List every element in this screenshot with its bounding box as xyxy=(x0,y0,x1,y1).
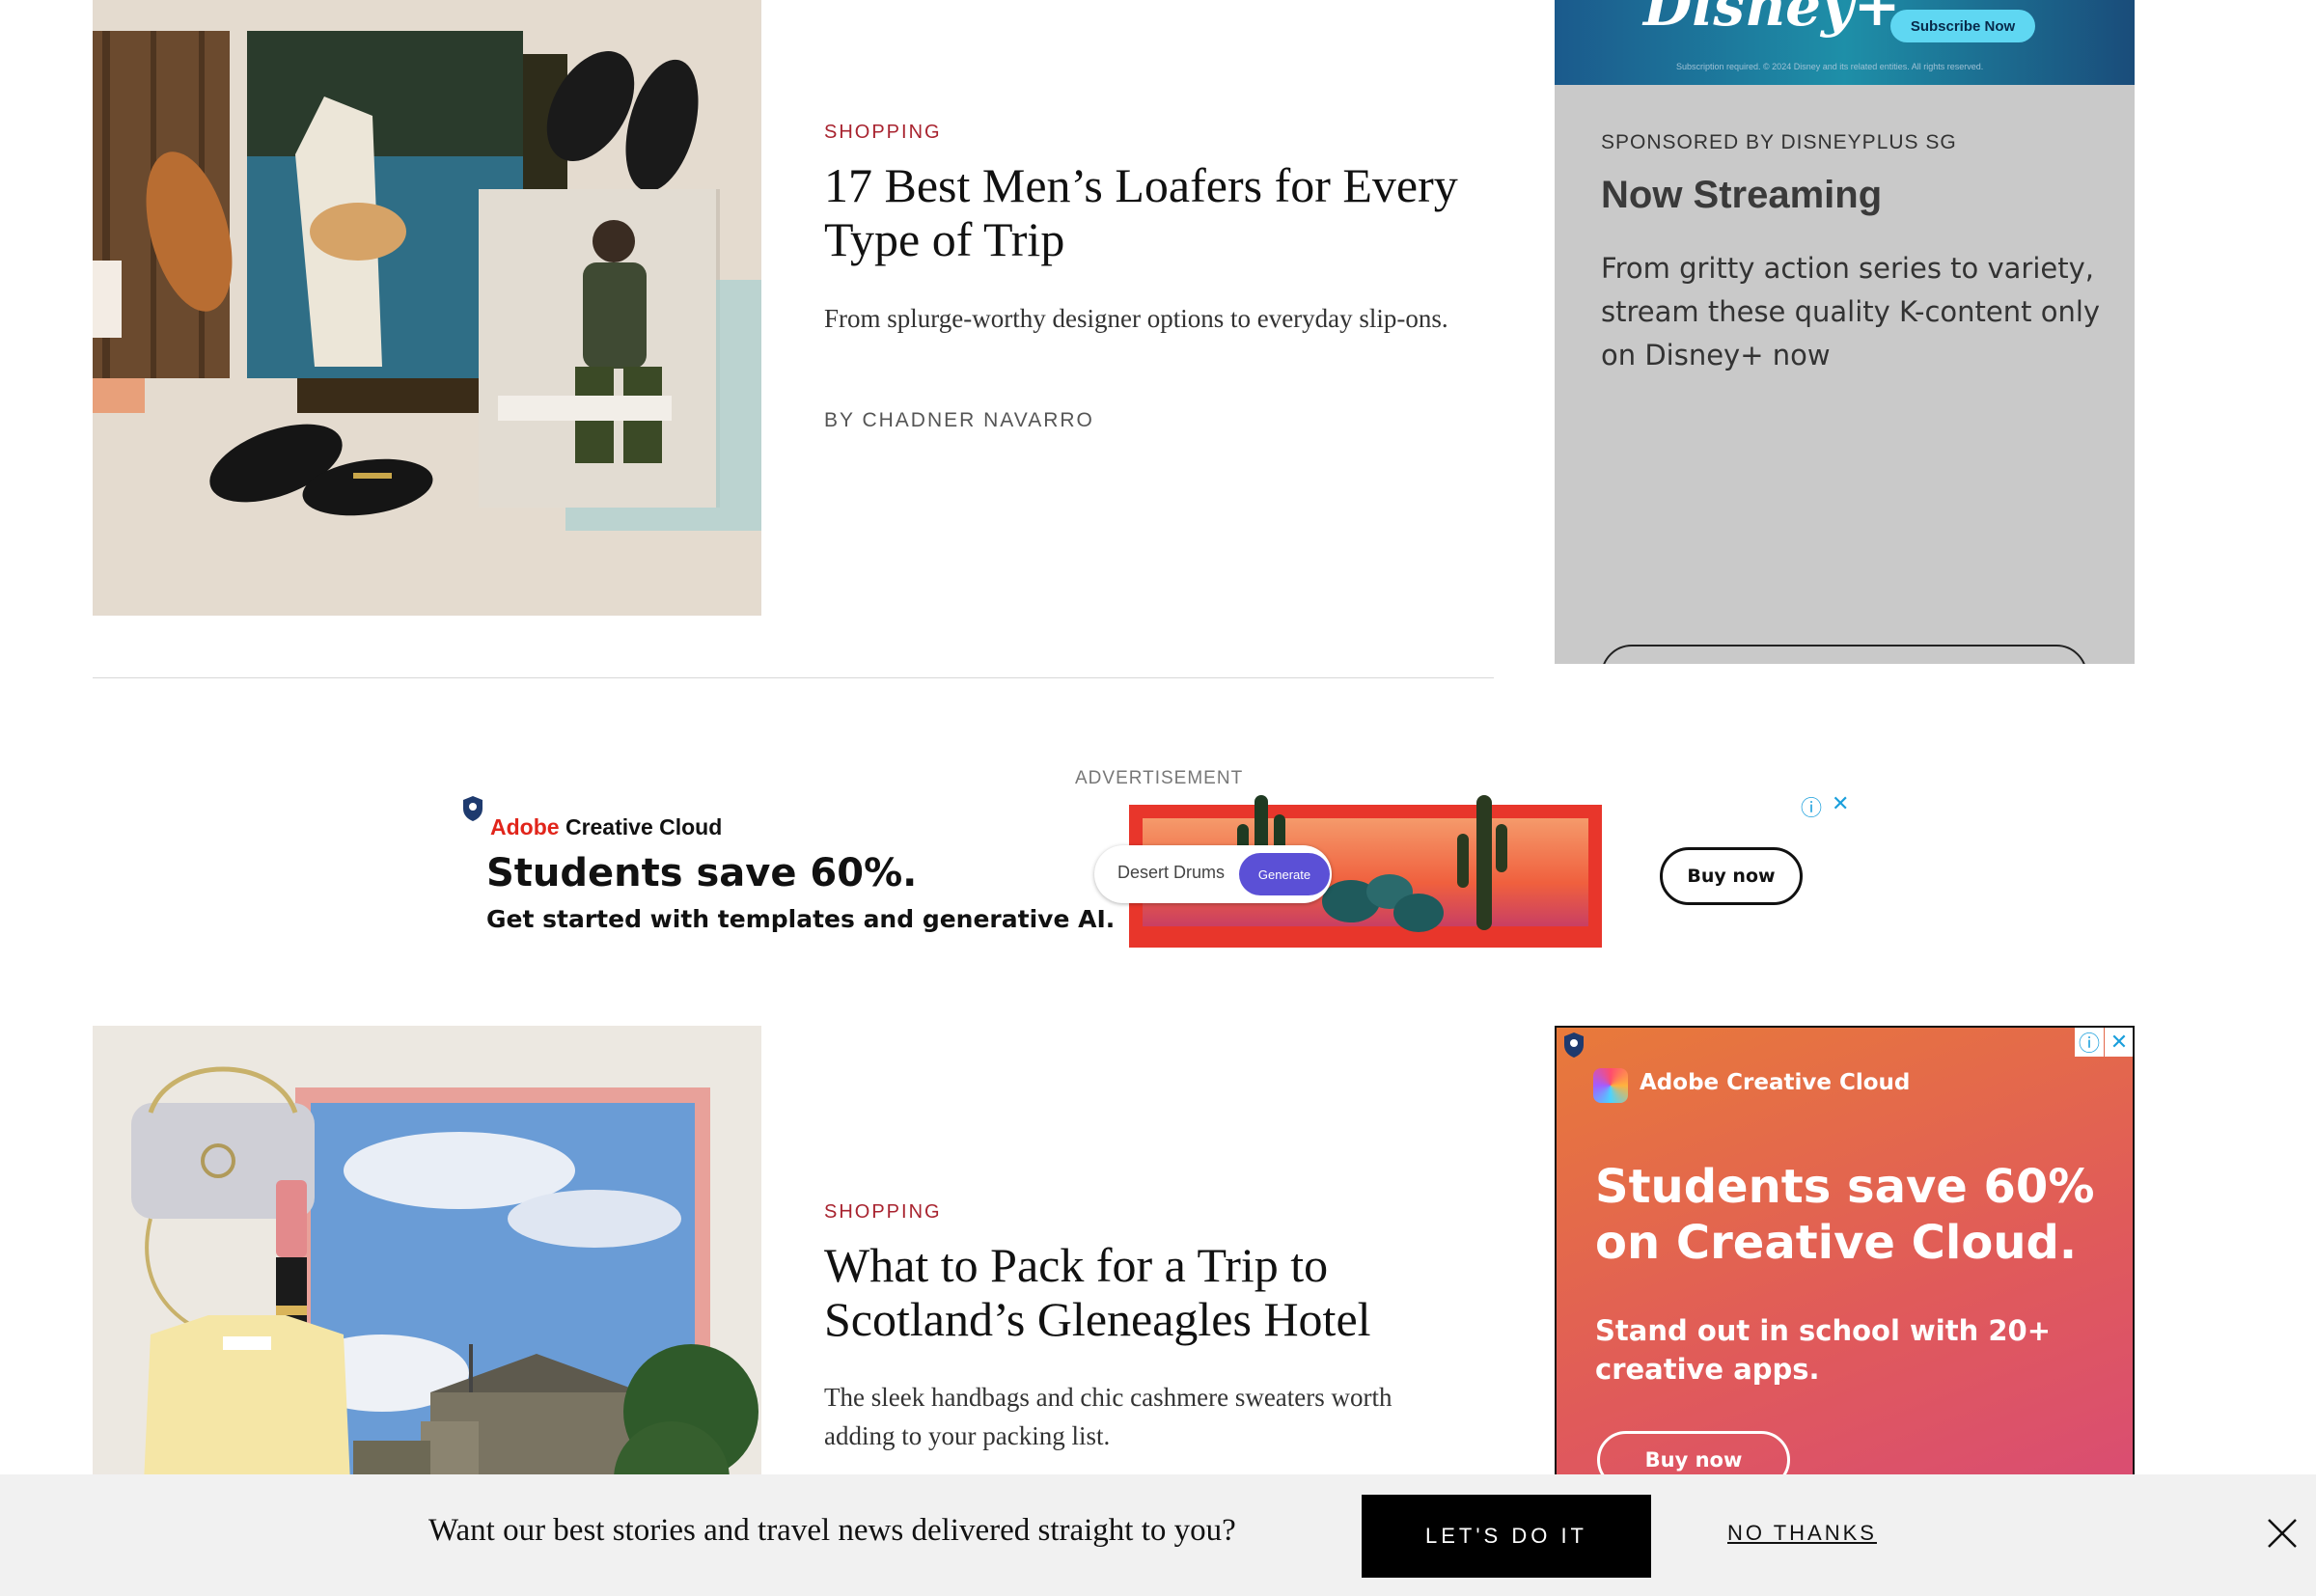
article-image-gleneagles[interactable] xyxy=(93,1026,761,1547)
disney-ad-headline[interactable]: Now Streaming xyxy=(1601,174,1882,217)
side-ad-brand: Adobe Creative Cloud xyxy=(1640,1070,1911,1095)
subscribe-now-button[interactable]: Subscribe Now xyxy=(1890,10,2035,42)
disney-fine-print: Subscription required. © 2024 Disney and… xyxy=(1676,62,1984,71)
article-dek: The sleek handbags and chic cashmere swe… xyxy=(824,1383,1392,1450)
ad-close-icon[interactable]: ✕ xyxy=(2105,1028,2133,1057)
section-divider xyxy=(93,677,1494,678)
article-dek: From splurge-worthy designer options to … xyxy=(824,304,1448,333)
newsletter-bar: Want our best stories and travel news de… xyxy=(0,1474,2316,1596)
shield-icon xyxy=(463,796,482,821)
adobe-brand-red: Adobe xyxy=(490,814,560,839)
shield-icon xyxy=(1564,1032,1584,1058)
article-kicker[interactable]: SHOPPING xyxy=(824,1201,942,1224)
newsletter-accept-button[interactable]: LET'S DO IT xyxy=(1362,1495,1651,1578)
generate-button[interactable]: Generate xyxy=(1239,853,1330,895)
disney-ad-body: From gritty action series to variety, st… xyxy=(1601,252,2101,371)
article-byline[interactable]: BY CHADNER NAVARRO xyxy=(824,409,1094,432)
adchoices-info-icon[interactable]: ⓘ xyxy=(1801,791,1822,822)
creative-cloud-icon xyxy=(1593,1068,1628,1103)
article-headline[interactable]: What to Pack for a Trip to Scotland’s Gl… xyxy=(824,1238,1500,1346)
banner-buy-now-button[interactable]: Buy now xyxy=(1660,847,1803,905)
side-ad-subline: Stand out in school with 20+ creative ap… xyxy=(1595,1314,2052,1386)
banner-subline: Get started with templates and generativ… xyxy=(486,905,1116,933)
adobe-side-ad[interactable]: ⓘ ✕ Adobe Creative Cloud Students save 6… xyxy=(1555,1026,2135,1547)
newsletter-prompt: Want our best stories and travel news de… xyxy=(428,1513,1236,1548)
banner-headline: Students save 60%. xyxy=(486,851,918,895)
prompt-pill[interactable]: Desert Drums Generate xyxy=(1094,845,1332,903)
article-headline[interactable]: 17 Best Men’s Loafers for Every Type of … xyxy=(824,158,1500,266)
disney-logo: Disney+ xyxy=(1643,0,1901,39)
disney-sponsored-ad[interactable]: Disney+ Subscribe Now Subscription requi… xyxy=(1555,0,2135,664)
close-icon[interactable] xyxy=(2266,1517,2299,1550)
disney-cta-button[interactable] xyxy=(1601,645,2087,664)
article-image-loafers[interactable] xyxy=(93,0,761,616)
disney-banner[interactable]: Disney+ Subscribe Now Subscription requi… xyxy=(1555,0,2135,85)
adobe-creative-cloud-brand: Adobe Creative Cloud xyxy=(490,814,722,840)
adobe-brand-black: Creative Cloud xyxy=(565,814,723,839)
newsletter-decline-link[interactable]: NO THANKS xyxy=(1727,1521,1877,1546)
prompt-text: Desert Drums xyxy=(1117,863,1226,882)
article-kicker[interactable]: SHOPPING xyxy=(824,122,942,144)
adchoices-info-icon[interactable]: ⓘ xyxy=(2075,1028,2104,1057)
ad-close-icon[interactable]: ✕ xyxy=(1832,791,1849,816)
adobe-banner-ad[interactable]: Adobe Creative Cloud Students save 60%. … xyxy=(454,791,1862,965)
side-ad-headline: Students save 60% on Creative Cloud. xyxy=(1595,1160,2095,1270)
sponsored-label: SPONSORED BY DISNEYPLUS SG xyxy=(1601,131,1957,153)
